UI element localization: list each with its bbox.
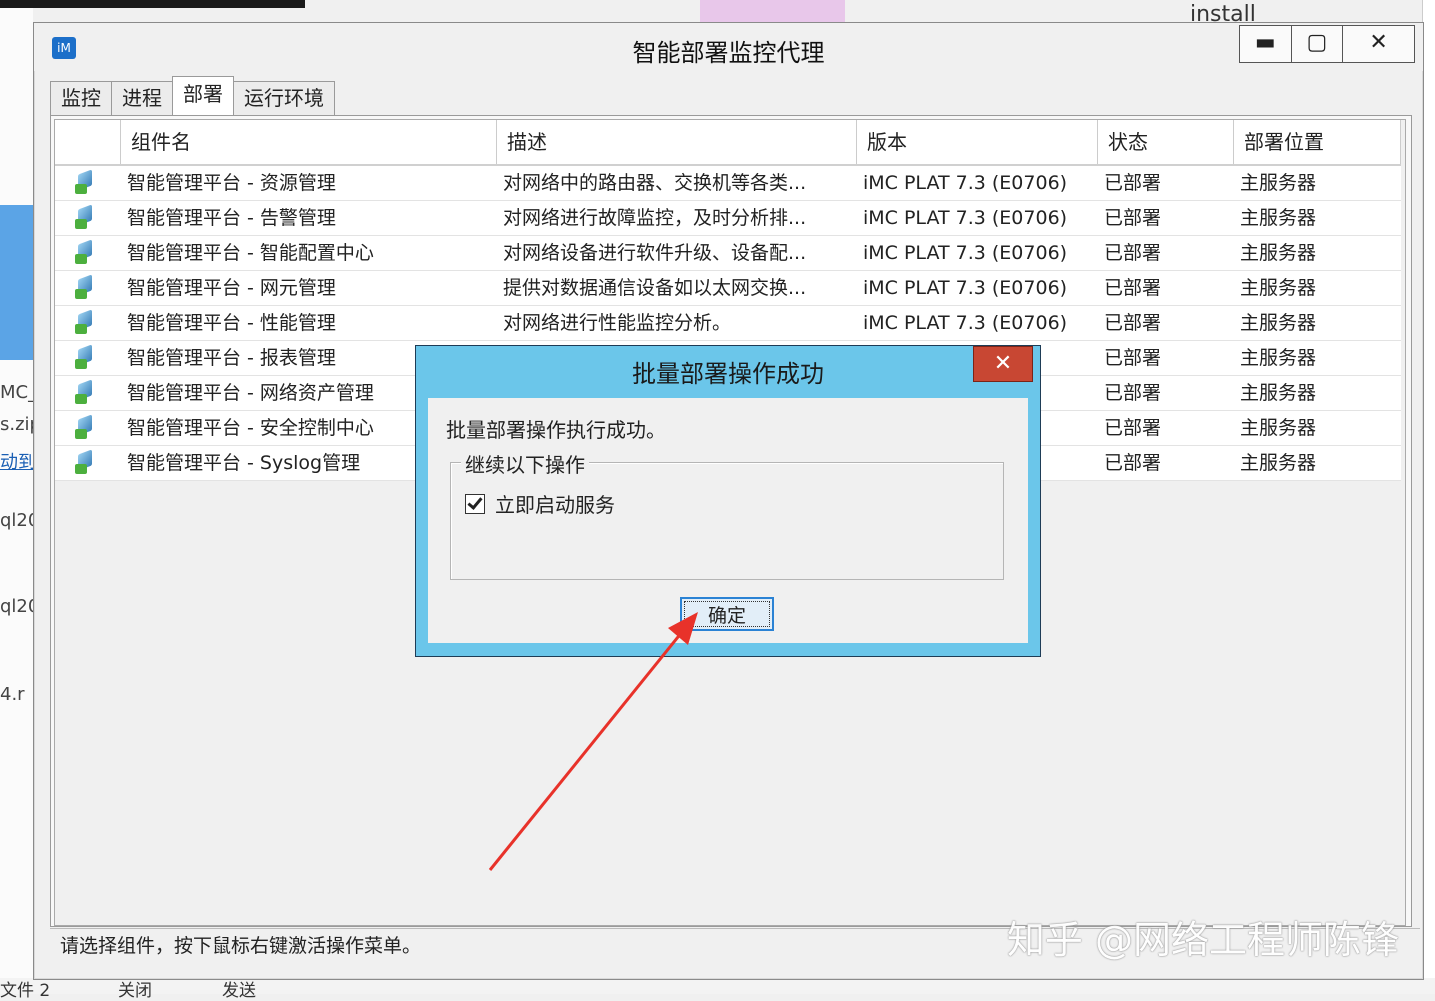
component-icon xyxy=(75,204,97,229)
dialog-body: 批量部署操作执行成功。 继续以下操作 立即启动服务 确定 xyxy=(428,398,1028,643)
component-location: 主服务器 xyxy=(1240,207,1317,229)
component-icon-cell xyxy=(55,376,121,410)
component-location: 主服务器 xyxy=(1240,382,1317,404)
component-status: 已部署 xyxy=(1104,172,1162,194)
component-location: 主服务器 xyxy=(1240,347,1317,369)
component-icon-cell xyxy=(55,201,121,235)
component-icon xyxy=(75,239,97,264)
dialog-message: 批量部署操作执行成功。 xyxy=(446,418,666,442)
start-service-option[interactable]: 立即启动服务 xyxy=(465,489,615,518)
component-description: 提供对数据通信设备如以太网交换... xyxy=(503,277,807,299)
component-version: iMC PLAT 7.3 (E0706) xyxy=(863,207,1068,229)
close-button[interactable]: ✕ xyxy=(1343,26,1414,62)
component-name: 智能管理平台 - 智能配置中心 xyxy=(127,242,374,264)
component-description: 对网络进行故障监控，及时分析排... xyxy=(503,207,807,229)
column-header-status[interactable]: 状态 xyxy=(1098,120,1234,164)
window-title: 智能部署监控代理 xyxy=(632,39,825,67)
component-location: 主服务器 xyxy=(1240,312,1317,334)
desktop-ribbon-tab xyxy=(700,0,845,22)
component-status: 已部署 xyxy=(1104,452,1162,474)
component-location: 主服务器 xyxy=(1240,277,1317,299)
component-icon xyxy=(75,449,97,474)
desktop-left-highlight xyxy=(0,205,33,360)
start-service-checkbox[interactable] xyxy=(465,493,485,514)
component-status: 已部署 xyxy=(1104,417,1162,439)
component-location: 主服务器 xyxy=(1240,242,1317,264)
group-label: 继续以下操作 xyxy=(461,449,589,478)
table-row[interactable]: 智能管理平台 - 告警管理 对网络进行故障监控，及时分析排... iMC PLAT … xyxy=(55,201,1401,236)
desktop-left-link[interactable]: 动到 xyxy=(0,448,36,474)
tab-monitor[interactable]: 监控 xyxy=(50,81,112,115)
component-icon xyxy=(75,379,97,404)
desktop-bottom-bar: 文件 2 关闭 发送 xyxy=(0,978,1435,1001)
column-header-version[interactable]: 版本 xyxy=(857,120,1098,164)
window-controls: ▬ ▢ ✕ xyxy=(1239,25,1415,63)
component-location: 主服务器 xyxy=(1240,417,1317,439)
component-location: 主服务器 xyxy=(1240,172,1317,194)
component-version: iMC PLAT 7.3 (E0706) xyxy=(863,312,1068,334)
desktop-top-bar xyxy=(0,0,305,8)
component-icon-cell xyxy=(55,446,121,480)
component-icon-cell xyxy=(55,166,121,200)
table-row[interactable]: 智能管理平台 - 网元管理 提供对数据通信设备如以太网交换... iMC PLAT … xyxy=(55,271,1401,306)
component-version: iMC PLAT 7.3 (E0706) xyxy=(863,242,1068,264)
component-icon-cell xyxy=(55,236,121,270)
component-icon-cell xyxy=(55,271,121,305)
component-name: 智能管理平台 - 网元管理 xyxy=(127,277,336,299)
ok-button[interactable]: 确定 xyxy=(680,597,774,631)
table-row[interactable]: 智能管理平台 - 资源管理 对网络中的路由器、交换机等各类... iMC PLAT … xyxy=(55,166,1401,201)
component-status: 已部署 xyxy=(1104,312,1162,334)
column-header-icon[interactable] xyxy=(55,120,121,164)
component-name: 智能管理平台 - 资源管理 xyxy=(127,172,336,194)
table-row[interactable]: 智能管理平台 - 性能管理 对网络进行性能监控分析。 iMC PLAT 7.3 (E… xyxy=(55,306,1401,341)
title-bar[interactable]: iM 智能部署监控代理 ▬ ▢ ✕ xyxy=(34,23,1423,71)
component-icon xyxy=(75,344,97,369)
component-icon xyxy=(75,169,97,194)
dialog-close-button[interactable]: ✕ xyxy=(973,346,1033,382)
component-version: iMC PLAT 7.3 (E0706) xyxy=(863,277,1068,299)
component-name: 智能管理平台 - 性能管理 xyxy=(127,312,336,334)
component-icon xyxy=(75,414,97,439)
tab-process[interactable]: 进程 xyxy=(111,81,173,115)
desktop-left-item[interactable]: 4.r xyxy=(0,684,25,705)
column-header-description[interactable]: 描述 xyxy=(497,120,857,164)
component-description: 对网络中的路由器、交换机等各类... xyxy=(503,172,807,194)
component-status: 已部署 xyxy=(1104,382,1162,404)
component-description: 对网络设备进行软件升级、设备配... xyxy=(503,242,807,264)
component-icon-cell xyxy=(55,341,121,375)
component-icon xyxy=(75,309,97,334)
component-version: iMC PLAT 7.3 (E0706) xyxy=(863,172,1068,194)
start-service-label[interactable]: 立即启动服务 xyxy=(495,489,615,518)
table-row[interactable]: 智能管理平台 - 智能配置中心 对网络设备进行软件升级、设备配... iMC PLA… xyxy=(55,236,1401,271)
watermark-text: 知乎 @网络工程师陈锋 xyxy=(1006,918,1399,962)
column-header-name[interactable]: 组件名 xyxy=(121,120,497,164)
component-icon xyxy=(75,274,97,299)
component-icon-cell xyxy=(55,306,121,340)
desktop-left-item[interactable]: MC_ xyxy=(0,382,37,403)
dialog-title: 批量部署操作成功 xyxy=(632,360,824,388)
component-location: 主服务器 xyxy=(1240,452,1317,474)
maximize-button[interactable]: ▢ xyxy=(1292,26,1344,62)
minimize-button[interactable]: ▬ xyxy=(1240,26,1292,62)
tab-runtime-env[interactable]: 运行环境 xyxy=(233,81,335,115)
component-status: 已部署 xyxy=(1104,347,1162,369)
component-status: 已部署 xyxy=(1104,242,1162,264)
table-header: 组件名 描述 版本 状态 部署位置 xyxy=(55,120,1401,166)
success-dialog: 批量部署操作成功 ✕ 批量部署操作执行成功。 继续以下操作 立即启动服务 确定 xyxy=(415,345,1041,657)
tab-strip: 监控 进程 部署 运行环境 xyxy=(50,76,335,115)
tab-deploy[interactable]: 部署 xyxy=(172,76,234,115)
component-status: 已部署 xyxy=(1104,207,1162,229)
column-header-location[interactable]: 部署位置 xyxy=(1234,120,1401,164)
component-icon-cell xyxy=(55,411,121,445)
continue-options-group: 继续以下操作 立即启动服务 xyxy=(450,449,1004,580)
component-name: 智能管理平台 - 告警管理 xyxy=(127,207,336,229)
component-description: 对网络进行性能监控分析。 xyxy=(503,312,732,334)
component-status: 已部署 xyxy=(1104,277,1162,299)
desktop-left-panel xyxy=(0,0,33,994)
